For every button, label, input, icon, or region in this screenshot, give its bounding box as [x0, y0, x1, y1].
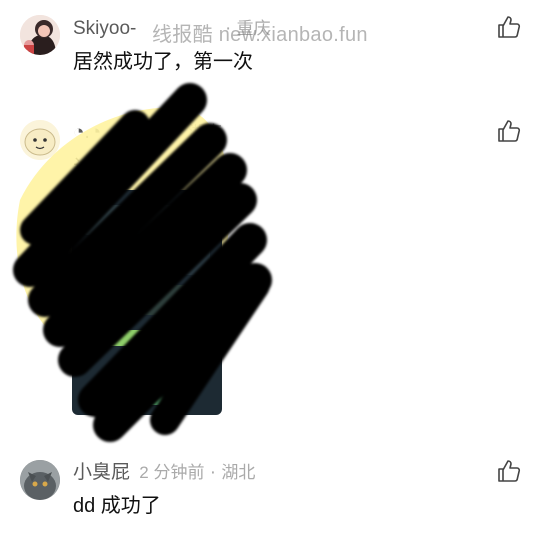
avatar-image	[20, 460, 60, 500]
username[interactable]: Skiyoo-	[73, 18, 136, 39]
comment-meta: Skiyoo-	[73, 18, 136, 40]
comment-item: 小臭屁 2 分钟前 · 湖北 dd 成功了	[0, 450, 540, 545]
comment-text: 居然成功了，第一次	[73, 51, 253, 73]
like-button[interactable]	[496, 118, 522, 144]
username[interactable]: 小臭屁	[73, 462, 130, 483]
timestamp: 2 分钟前	[139, 463, 205, 482]
like-button[interactable]	[496, 458, 522, 484]
avatar-image	[20, 15, 60, 55]
thumbs-up-icon	[498, 120, 521, 142]
scribble-overlay	[13, 83, 272, 442]
avatar[interactable]	[20, 460, 60, 500]
separator: ·	[209, 462, 217, 483]
comment-meta: 小臭屁 2 分钟前 · 湖北	[73, 462, 255, 484]
watermark: 线报酷 new.xianbao.fun	[152, 24, 368, 46]
comment-text: dd 成功了	[73, 495, 161, 517]
thumbs-up-icon	[498, 460, 521, 482]
like-button[interactable]	[496, 14, 522, 40]
thumbs-up-icon	[498, 16, 521, 38]
location: 湖北	[221, 463, 256, 482]
avatar[interactable]	[20, 15, 60, 55]
redacted-image[interactable]	[0, 80, 300, 460]
